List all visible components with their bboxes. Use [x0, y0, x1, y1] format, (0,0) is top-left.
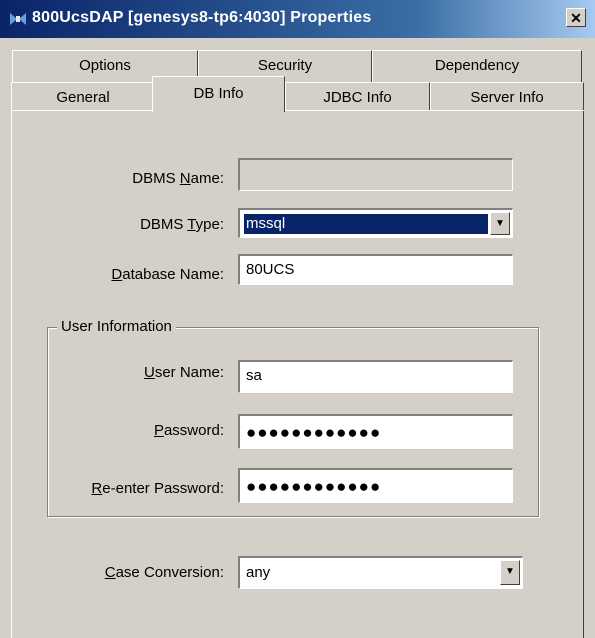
dbms-type-label: DBMS Type:	[140, 216, 224, 233]
database-name-label: Database Name:	[111, 266, 224, 283]
tab-db-info[interactable]: DB Info	[152, 76, 285, 112]
chevron-down-icon[interactable]: ▼	[490, 212, 510, 235]
dbms-type-value: mssql	[244, 214, 488, 234]
tab-options-label: Options	[79, 57, 131, 74]
tab-dependency[interactable]: Dependency	[372, 50, 582, 82]
dbms-type-select[interactable]: mssql ▼	[238, 208, 513, 238]
panel-border	[11, 110, 152, 111]
case-conversion-value: any	[246, 564, 271, 581]
reenter-password-field[interactable]: ●●●●●●●●●●●●	[238, 468, 513, 503]
tab-jdbc-info-label: JDBC Info	[323, 89, 392, 106]
tab-server-info-label: Server Info	[470, 89, 544, 106]
tab-db-info-label: DB Info	[193, 85, 244, 102]
password-field[interactable]: ●●●●●●●●●●●●	[238, 414, 513, 449]
tab-server-info[interactable]: Server Info	[430, 82, 584, 111]
chevron-down-icon[interactable]: ▼	[500, 560, 520, 585]
close-button[interactable]: ✕	[566, 8, 586, 27]
database-name-field[interactable]: 80UCS	[238, 254, 513, 285]
reenter-password-label: Re-enter Password:	[91, 480, 224, 497]
tab-dependency-label: Dependency	[434, 57, 520, 74]
password-label: Password:	[153, 422, 224, 439]
title-bar: 800UcsDAP [genesys8-tp6:4030] Properties…	[0, 0, 595, 38]
panel-border	[285, 110, 584, 111]
dbms-name-field	[238, 158, 513, 191]
tab-security-label: Security	[257, 57, 313, 74]
user-name-field[interactable]: sa	[238, 360, 513, 393]
dap-app-icon	[10, 13, 26, 25]
case-conversion-select[interactable]: any ▼	[238, 556, 523, 589]
window-title: 800UcsDAP [genesys8-tp6:4030] Properties	[32, 9, 372, 26]
user-information-title: User Information	[57, 318, 176, 335]
tab-jdbc-info[interactable]: JDBC Info	[285, 82, 430, 111]
tab-general[interactable]: General	[11, 82, 155, 111]
tab-general-label: General	[56, 89, 110, 106]
case-conversion-label: Case Conversion:	[104, 564, 224, 581]
user-name-label: User Name:	[143, 364, 224, 381]
dbms-name-label: DBMS Name:	[132, 170, 224, 187]
